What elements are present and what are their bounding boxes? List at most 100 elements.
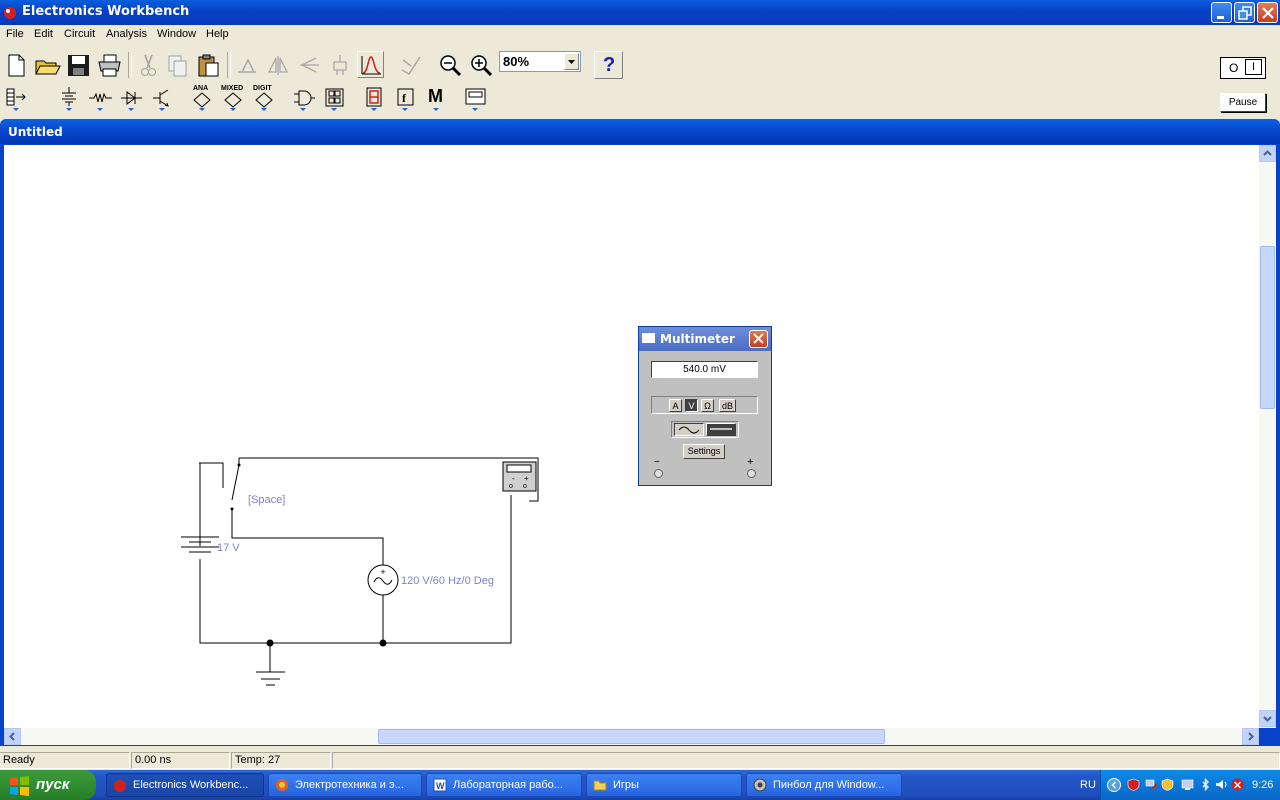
ac-dc-group (671, 421, 739, 438)
chevron-down-icon[interactable] (564, 53, 579, 70)
network-icon (1145, 779, 1158, 790)
close-button[interactable] (1257, 2, 1278, 23)
scissors-icon (141, 54, 156, 76)
cut-button[interactable] (134, 51, 161, 78)
print-button[interactable] (95, 51, 122, 78)
mode-ohmmeter-button[interactable]: Ω (701, 399, 714, 412)
analog-ics-bin-button[interactable]: ANA (188, 84, 215, 111)
mixed-ics-bin-button[interactable]: MIXED (219, 84, 246, 111)
copy-button[interactable] (163, 51, 190, 78)
scroll-up-button[interactable] (1259, 145, 1276, 162)
wire (199, 559, 382, 644)
flip-vertical-button[interactable] (295, 51, 322, 78)
restore-button[interactable] (1234, 2, 1255, 23)
diodes-bin-button[interactable] (117, 84, 144, 111)
antivirus-icon (1231, 778, 1244, 791)
seven-segment-icon (366, 87, 382, 111)
instruments-bin-button[interactable] (461, 84, 488, 111)
document-title-bar[interactable]: Untitled (0, 119, 1280, 144)
vertical-scrollbar[interactable] (1259, 145, 1276, 728)
power-switch[interactable]: O I (1220, 57, 1266, 79)
wire (199, 462, 224, 488)
open-file-button[interactable] (33, 51, 61, 78)
menu-analysis[interactable]: Analysis (106, 28, 147, 40)
menu-edit[interactable]: Edit (34, 28, 53, 40)
zoom-level-select[interactable]: 80% (499, 51, 581, 72)
menu-help[interactable]: Help (206, 28, 229, 40)
menu-window[interactable]: Window (157, 28, 196, 40)
start-label: пуск (36, 776, 70, 793)
multimeter-title-bar[interactable]: Multimeter (639, 327, 771, 351)
sine-wave-icon (678, 426, 700, 434)
multimeter-close-button[interactable] (749, 330, 768, 348)
digital-ic-icon (255, 92, 273, 111)
instruments-icon (465, 88, 486, 111)
vertical-scroll-thumb[interactable] (1260, 246, 1275, 409)
chevron-up-icon (1263, 150, 1272, 156)
favorites-bin-icon (6, 88, 26, 111)
mode-decibel-button[interactable]: dB (719, 399, 736, 412)
component-wizard-button[interactable] (396, 51, 423, 78)
multimeter-reading: 540.0 mV (651, 361, 758, 378)
task-label: Electronics Workbenc... (133, 779, 249, 791)
ac-source-label: 120 V/60 Hz/0 Deg (401, 575, 494, 587)
multimeter-window[interactable]: Multimeter 540.0 mV A V Ω dB Settings − … (638, 326, 772, 486)
transistors-bin-button[interactable] (148, 84, 175, 111)
ac-mode-button[interactable] (674, 423, 704, 436)
paste-button[interactable] (194, 51, 221, 78)
flip-horizontal-icon (267, 56, 289, 75)
start-button[interactable]: пуск (0, 770, 96, 800)
language-indicator[interactable]: RU (1080, 779, 1096, 791)
window-icon (642, 333, 655, 343)
new-file-button[interactable] (2, 51, 29, 78)
flip-horizontal-button[interactable] (264, 51, 291, 78)
circuit-canvas[interactable]: + - + o o [Space] 17 V 120 V/60 Hz/0 Deg (4, 145, 1259, 728)
logic-gates-bin-button[interactable] (289, 84, 316, 111)
dc-mode-button[interactable] (706, 423, 736, 436)
close-icon (753, 333, 764, 344)
scroll-left-button[interactable] (4, 728, 21, 745)
favorites-bin-button[interactable] (2, 84, 31, 111)
digital-ics-bin-button[interactable]: DIGIT (250, 84, 277, 111)
logic-gate-icon (294, 90, 315, 111)
scroll-right-button[interactable] (1242, 728, 1259, 745)
task-games-folder[interactable]: Игры (586, 773, 742, 797)
controls-bin-button[interactable]: f (391, 84, 418, 111)
mode-voltmeter-button[interactable]: V (685, 399, 698, 412)
save-button[interactable] (64, 51, 91, 78)
task-label: Игры (613, 779, 639, 791)
basic-bin-button[interactable] (86, 84, 113, 111)
resistor-icon (89, 92, 112, 111)
scroll-down-button[interactable] (1259, 710, 1276, 727)
pause-button[interactable]: Pause (1220, 93, 1266, 112)
mode-ammeter-button[interactable]: A (669, 399, 682, 412)
task-pinball[interactable]: Пинбол для Window... (746, 773, 902, 797)
positive-terminal[interactable] (747, 469, 756, 478)
multimeter-settings-button[interactable]: Settings (683, 444, 725, 459)
zoom-out-button[interactable] (436, 51, 463, 78)
svg-text:o: o (509, 483, 513, 490)
menu-circuit[interactable]: Circuit (64, 28, 95, 40)
negative-terminal[interactable] (654, 469, 663, 478)
negative-terminal-label: − (654, 457, 660, 468)
clock[interactable]: 9:26 (1252, 779, 1273, 791)
menu-file[interactable]: File (6, 28, 24, 40)
zoom-in-button[interactable] (467, 51, 494, 78)
app-title-bar[interactable]: Electronics Workbench (0, 0, 1280, 25)
digital-bin-button[interactable] (320, 84, 347, 111)
component-properties-button[interactable] (326, 51, 353, 78)
rotate-button[interactable] (233, 51, 260, 78)
task-label: Электротехника и э... (295, 779, 404, 791)
circuit-schematic: + - + o o (181, 457, 539, 686)
task-lab-work[interactable]: W Лабораторная рабо... (426, 773, 582, 797)
minimize-button[interactable] (1211, 2, 1232, 23)
horizontal-scroll-thumb[interactable] (378, 729, 885, 744)
sources-bin-button[interactable] (55, 84, 82, 111)
indicators-bin-button[interactable] (360, 84, 387, 111)
miscellaneous-bin-button[interactable]: M (422, 84, 449, 111)
transistor-icon (153, 89, 169, 111)
task-electrotechnics[interactable]: Электротехника и э... (268, 773, 422, 797)
analysis-graphs-button[interactable] (357, 51, 384, 78)
help-button[interactable]: ? (594, 51, 623, 79)
task-electronics-workbench[interactable]: Electronics Workbenc... (106, 773, 264, 797)
